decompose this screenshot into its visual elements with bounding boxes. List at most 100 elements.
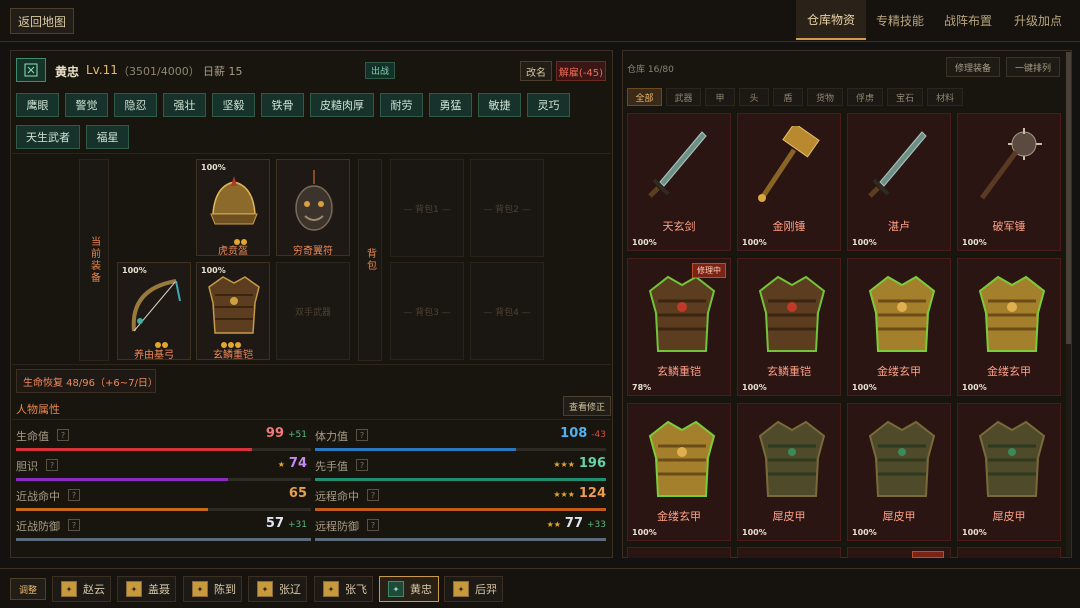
item-card-partial[interactable] [957,547,1061,558]
repair-equipment-button[interactable]: 修理装备 [946,57,1000,77]
team-hero-button[interactable]: ✦ 盖聂 [117,576,176,602]
help-icon[interactable]: ? [356,429,368,441]
item-card[interactable]: 金缕玄甲 100% [847,258,951,396]
help-icon[interactable]: ? [46,459,58,471]
team-hero-button[interactable]: ✦ 后羿 [444,576,503,602]
auto-sort-button[interactable]: 一键排列 [1006,57,1060,77]
attribute-bar [16,478,311,481]
attribute-bar [315,448,606,451]
item-card[interactable]: 天玄剑 100% [627,113,731,251]
weapon-durability: 100% [122,266,147,275]
category-tab-material[interactable]: 材料 [927,88,963,106]
tab-skills[interactable]: 专精技能 [866,0,934,40]
category-tab-captive[interactable]: 俘虏 [847,88,883,106]
adjust-button[interactable]: 调整 [10,578,46,600]
trait-tag[interactable]: 隐忍 [114,93,157,117]
team-hero-button[interactable]: ✦ 陈到 [183,576,242,602]
attribute-number: 99 [265,426,284,441]
dismiss-button[interactable]: 解雇(-45) [556,61,606,81]
help-icon[interactable]: ? [356,459,368,471]
bag-slot-2[interactable]: — 背包2 — [470,159,544,257]
bag-slot-1[interactable]: — 背包1 — [390,159,464,257]
helmet-slot[interactable]: 100% 虎贲盔 [196,159,270,257]
bag-slot-3[interactable]: — 背包3 — [390,262,464,360]
helmet-name: 虎贲盔 [218,246,248,257]
item-durability: 100% [742,528,767,537]
attribute-value: 99 +51 [266,426,307,441]
bag-slot-4[interactable]: — 背包4 — [470,262,544,360]
item-card[interactable]: 破军锤 100% [957,113,1061,251]
trait-tag[interactable]: 勇猛 [429,93,472,117]
repairing-badge: 修理中 [692,263,726,278]
offhand-slot[interactable]: 双手武器 [276,262,350,360]
hero-class-icon: ✦ [257,581,273,597]
amulet-name: 穷奇翼符 [293,246,333,257]
back-to-map-button[interactable]: 返回地图 [10,8,74,34]
item-card[interactable]: 金刚锤 100% [737,113,841,251]
amulet-slot[interactable]: 穷奇翼符 [276,159,350,257]
item-card[interactable]: 犀皮甲 100% [957,403,1061,541]
attribute-value: 57 +31 [266,516,307,531]
rename-button[interactable]: 改名 [520,61,552,81]
item-card[interactable]: 湛卢 100% [847,113,951,251]
tab-formation[interactable]: 战阵布置 [934,0,1002,40]
category-tab-head[interactable]: 头 [739,88,769,106]
current-equipment-label: 当前装备 [79,159,109,361]
category-tab-shield[interactable]: 盾 [773,88,803,106]
trait-tag[interactable]: 灵巧 [527,93,570,117]
trait-tag[interactable]: 警觉 [65,93,108,117]
help-icon[interactable]: ? [367,489,379,501]
help-icon[interactable]: ? [68,519,80,531]
trait-tag[interactable]: 铁骨 [261,93,304,117]
attribute-delta: +31 [288,520,307,530]
item-card[interactable]: 金缕玄甲 100% [627,403,731,541]
tab-level-up[interactable]: 升级加点 [1002,0,1074,40]
hero-exp: （3501/4000） [118,65,200,78]
team-hero-button[interactable]: ✦ 张辽 [248,576,307,602]
item-card[interactable]: 金缕玄甲 100% [957,258,1061,396]
team-hero-button[interactable]: ✦ 张飞 [314,576,373,602]
category-tab-armor[interactable]: 甲 [705,88,735,106]
trait-tag[interactable]: 耐劳 [380,93,423,117]
item-card-partial[interactable] [627,547,731,558]
trait-tag[interactable]: 福星 [86,125,129,149]
star-rating: ★★★ [553,490,575,499]
item-card-partial[interactable] [737,547,841,558]
trait-tag[interactable]: 敏捷 [478,93,521,117]
category-tab-gem[interactable]: 宝石 [887,88,923,106]
team-hero-button[interactable]: ✦ 黄忠 [379,576,439,602]
armor-icon [752,271,832,360]
item-durability: 100% [852,383,877,392]
hero-class-icon: ✦ [323,581,339,597]
attribute-value: ★★★ 196 [553,456,606,471]
help-icon[interactable]: ? [68,489,80,501]
hero-class-icon: ✦ [61,581,77,597]
armor-slot[interactable]: 100% 玄鳞重铠 [196,262,270,361]
help-icon[interactable]: ? [57,429,69,441]
view-modifiers-button[interactable]: 查看修正 [563,396,611,416]
trait-tag[interactable]: 皮糙肉厚 [310,93,374,117]
trait-tag[interactable]: 强壮 [163,93,206,117]
category-tab-all[interactable]: 全部 [627,88,662,106]
team-hero-button[interactable]: ✦ 赵云 [52,576,111,602]
attribute-name: 体力值 [315,430,348,443]
help-icon[interactable]: ? [367,519,379,531]
item-card[interactable]: 玄鳞重铠 100% [737,258,841,396]
item-card[interactable]: 玄鳞重铠 78% 修理中 [627,258,731,396]
hero-level: Lv.11 [86,63,118,77]
attribute-bar [315,508,606,511]
scrollbar-thumb[interactable] [1066,52,1071,344]
item-name: 犀皮甲 [992,510,1026,523]
category-tab-weapon[interactable]: 武器 [666,88,701,106]
trait-tag[interactable]: 天生武者 [16,125,80,149]
hero-salary: 日薪 15 [203,65,243,78]
tab-warehouse[interactable]: 仓库物资 [796,0,866,40]
attribute-bar [315,478,606,481]
attribute-number: 196 [578,456,606,471]
category-tab-goods[interactable]: 货物 [807,88,843,106]
trait-tag[interactable]: 坚毅 [212,93,255,117]
weapon-slot[interactable]: 100% 养由基弓 [117,262,191,361]
item-card[interactable]: 犀皮甲 100% [737,403,841,541]
trait-tag[interactable]: 鹰眼 [16,93,59,117]
item-card[interactable]: 犀皮甲 100% [847,403,951,541]
